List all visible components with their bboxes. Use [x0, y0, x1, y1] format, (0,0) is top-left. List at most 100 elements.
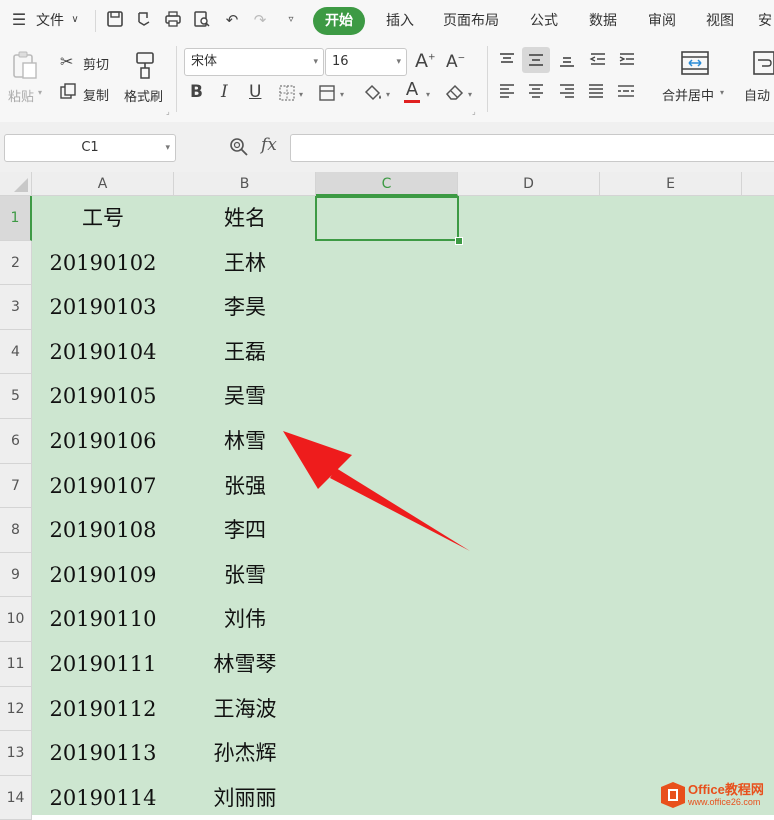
- cell-a12[interactable]: 20190112: [32, 687, 174, 732]
- decrease-indent-icon[interactable]: [589, 52, 607, 72]
- cell-b14[interactable]: 刘丽丽: [174, 776, 316, 820]
- row-header-10[interactable]: 10: [0, 597, 32, 642]
- font-name-select[interactable]: 宋体 ▾: [184, 48, 324, 76]
- cell-a2[interactable]: 20190102: [32, 241, 174, 286]
- paste-icon[interactable]: [10, 50, 40, 80]
- column-header-a[interactable]: A: [32, 172, 174, 196]
- redo-icon[interactable]: ↷: [250, 10, 270, 30]
- cell-b4[interactable]: 王磊: [174, 330, 316, 375]
- chevron-down-icon[interactable]: ▾: [299, 90, 303, 99]
- row-header-1[interactable]: 1: [0, 196, 32, 241]
- row-header-9[interactable]: 9: [0, 552, 32, 598]
- chevron-down-icon[interactable]: ∨: [68, 14, 82, 25]
- chevron-down-icon[interactable]: ▾: [468, 90, 472, 99]
- clipboard-launcher-icon[interactable]: ⌟: [166, 107, 170, 116]
- cell-b8[interactable]: 李四: [174, 508, 316, 553]
- save-icon[interactable]: [105, 10, 125, 30]
- row-header-6[interactable]: 6: [0, 419, 32, 464]
- select-all-corner[interactable]: [0, 172, 32, 196]
- tab-view[interactable]: 视图: [700, 7, 740, 35]
- column-header-b[interactable]: B: [174, 172, 316, 196]
- fill-handle[interactable]: [455, 237, 463, 245]
- row-header-5[interactable]: 5: [0, 374, 32, 419]
- tab-insert[interactable]: 插入: [380, 7, 420, 35]
- borders-icon[interactable]: [278, 84, 296, 106]
- chevron-down-icon[interactable]: ▾: [386, 90, 390, 99]
- row-header-8[interactable]: 8: [0, 508, 32, 553]
- row-header-13[interactable]: 13: [0, 731, 32, 776]
- cell-b12[interactable]: 王海波: [174, 687, 316, 732]
- selected-cell-c1[interactable]: [315, 196, 459, 241]
- copy-icon[interactable]: [60, 83, 76, 103]
- cell-b13[interactable]: 孙杰辉: [174, 731, 316, 776]
- cut-button[interactable]: 剪切: [83, 54, 109, 73]
- cell-b6[interactable]: 林雪: [174, 419, 316, 464]
- tab-page-layout[interactable]: 页面布局: [438, 7, 504, 35]
- cell-b7[interactable]: 张强: [174, 464, 316, 509]
- italic-button[interactable]: I: [221, 82, 228, 102]
- cell-a5[interactable]: 20190105: [32, 374, 174, 419]
- undo-icon[interactable]: ↶: [222, 10, 242, 30]
- chevron-down-icon[interactable]: ▾: [340, 90, 344, 99]
- distributed-align-icon[interactable]: [616, 83, 636, 103]
- tab-data[interactable]: 数据: [583, 7, 623, 35]
- cell-a1[interactable]: 工号: [32, 196, 174, 241]
- row-header-3[interactable]: 3: [0, 285, 32, 330]
- paste-dropdown-icon[interactable]: ▾: [38, 88, 42, 97]
- tab-security[interactable]: 安: [756, 7, 774, 35]
- row-header-4[interactable]: 4: [0, 329, 32, 375]
- print-preview-icon[interactable]: [192, 10, 212, 30]
- cell-b2[interactable]: 王林: [174, 241, 316, 286]
- align-bottom-icon[interactable]: [558, 52, 576, 72]
- font-color-icon[interactable]: A: [404, 80, 420, 103]
- cell-a11[interactable]: 20190111: [32, 642, 174, 687]
- chevron-down-icon[interactable]: ▾: [720, 88, 724, 97]
- insert-function-button[interactable]: fx: [261, 135, 277, 155]
- cell-b5[interactable]: 吴雪: [174, 374, 316, 419]
- export-pdf-icon[interactable]: [134, 10, 154, 30]
- cell-a8[interactable]: 20190108: [32, 508, 174, 553]
- align-center-icon[interactable]: [527, 83, 545, 103]
- align-right-icon[interactable]: [558, 83, 576, 103]
- format-painter-button[interactable]: 格式刷: [124, 86, 163, 105]
- increase-indent-icon[interactable]: [618, 52, 636, 72]
- cell-b1[interactable]: 姓名: [174, 196, 316, 241]
- cell-a10[interactable]: 20190110: [32, 597, 174, 642]
- underline-button[interactable]: U: [249, 82, 261, 102]
- tab-home[interactable]: 开始: [313, 7, 365, 35]
- cell-b10[interactable]: 刘伟: [174, 597, 316, 642]
- merge-center-icon[interactable]: [680, 50, 710, 80]
- cell-a3[interactable]: 20190103: [32, 285, 174, 330]
- file-menu[interactable]: 文件: [34, 7, 66, 35]
- customize-toolbar-icon[interactable]: ▿: [281, 10, 301, 30]
- print-icon[interactable]: [163, 10, 183, 30]
- decrease-font-size-icon[interactable]: A−: [446, 52, 465, 72]
- name-box[interactable]: C1 ▾: [4, 134, 176, 162]
- fill-color-icon[interactable]: [362, 82, 384, 108]
- column-header-e[interactable]: E: [600, 172, 742, 196]
- clear-format-icon[interactable]: [444, 82, 466, 106]
- cell-style-icon[interactable]: [318, 84, 338, 106]
- row-header-14[interactable]: 14: [0, 775, 32, 820]
- row-header-11[interactable]: 11: [0, 642, 32, 687]
- align-middle-icon[interactable]: [522, 47, 550, 73]
- hamburger-menu-icon[interactable]: ☰: [10, 10, 28, 30]
- cell-a6[interactable]: 20190106: [32, 419, 174, 464]
- tab-formulas[interactable]: 公式: [524, 7, 564, 35]
- align-left-icon[interactable]: [498, 83, 516, 103]
- cell-a4[interactable]: 20190104: [32, 330, 174, 375]
- cell-a13[interactable]: 20190113: [32, 731, 174, 776]
- align-top-icon[interactable]: [498, 52, 516, 72]
- wrap-text-icon[interactable]: [752, 50, 774, 80]
- cell-a14[interactable]: 20190114: [32, 776, 174, 820]
- justify-icon[interactable]: [587, 83, 605, 103]
- row-header-2[interactable]: 2: [0, 240, 32, 286]
- paste-button[interactable]: 粘贴: [8, 86, 34, 105]
- font-launcher-icon[interactable]: ⌟: [472, 107, 476, 116]
- auto-wrap-button[interactable]: 自动: [744, 85, 770, 104]
- cell-b9[interactable]: 张雪: [174, 553, 316, 598]
- row-header-12[interactable]: 12: [0, 686, 32, 732]
- cell-a9[interactable]: 20190109: [32, 553, 174, 598]
- font-size-select[interactable]: 16 ▾: [325, 48, 407, 76]
- bold-button[interactable]: B: [190, 82, 203, 102]
